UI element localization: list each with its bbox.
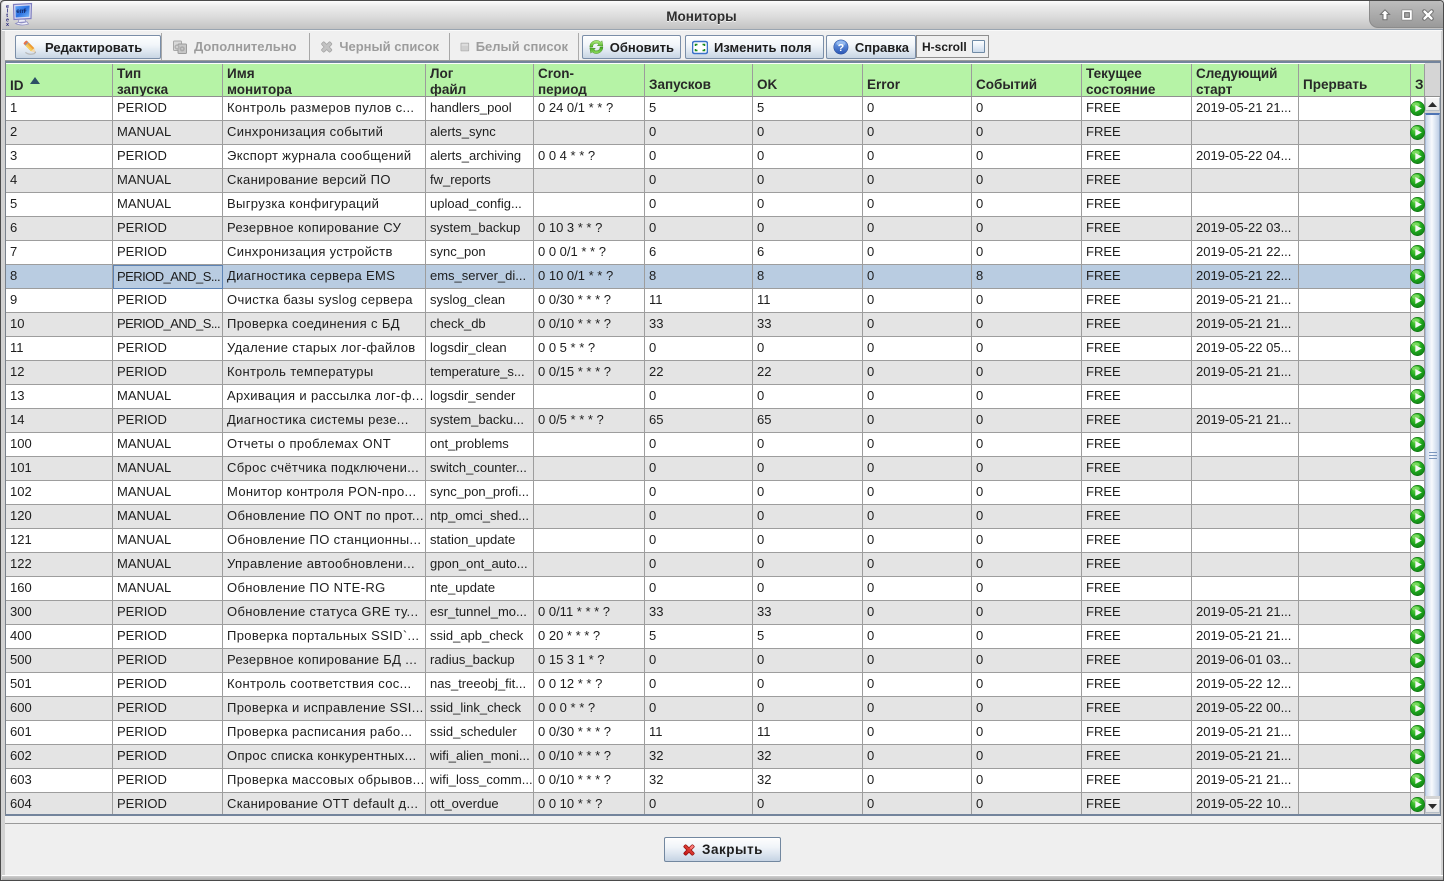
svg-text:?: ? [838,43,844,54]
